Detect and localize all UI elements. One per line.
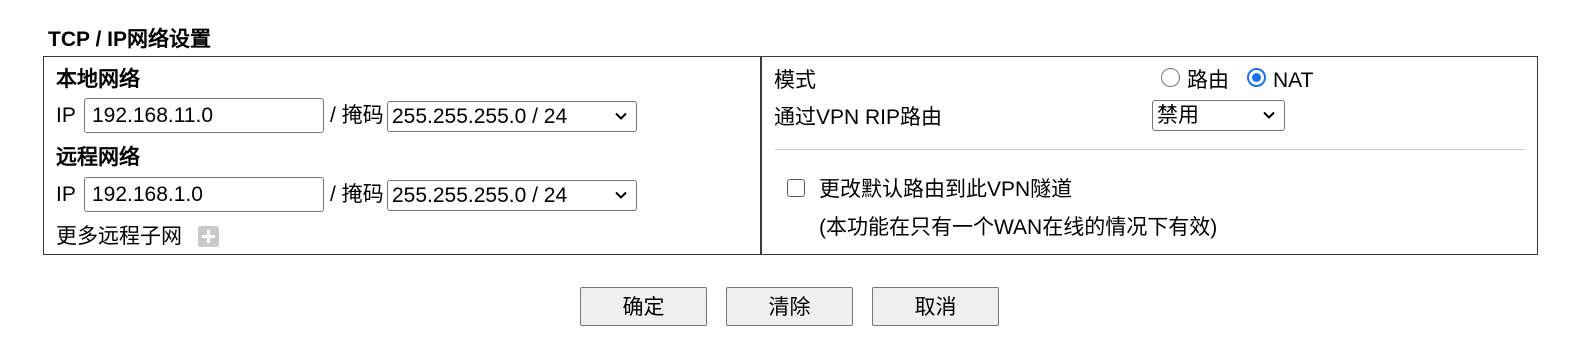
rip-label: 通过VPN RIP路由 bbox=[774, 106, 943, 129]
mode-radio-route[interactable] bbox=[1161, 68, 1180, 87]
add-subnet-plus-icon[interactable] bbox=[198, 226, 219, 247]
default-route-note: (本功能在只有一个WAN在线的情况下有效) bbox=[819, 216, 1218, 239]
mode-label: 模式 bbox=[774, 69, 816, 92]
column-divider bbox=[760, 57, 762, 254]
rip-select[interactable]: 禁用 bbox=[1152, 100, 1285, 131]
chevron-down-icon bbox=[1263, 111, 1275, 119]
cancel-button[interactable]: 取消 bbox=[872, 287, 999, 326]
remote-network-heading: 远程网络 bbox=[56, 146, 140, 169]
chevron-down-icon bbox=[615, 112, 627, 120]
tcp-ip-settings-panel: 本地网络 IP / 掩码 255.255.255.0 / 24 远程网络 IP … bbox=[43, 56, 1538, 255]
remote-mask-select[interactable]: 255.255.255.0 / 24 bbox=[387, 180, 637, 211]
rip-value: 禁用 bbox=[1157, 104, 1199, 127]
local-mask-value: 255.255.255.0 / 24 bbox=[392, 105, 568, 128]
remote-ip-input[interactable] bbox=[84, 177, 324, 212]
local-mask-select[interactable]: 255.255.255.0 / 24 bbox=[387, 101, 637, 132]
chevron-down-icon bbox=[615, 191, 627, 199]
more-remote-subnets-label: 更多远程子网 bbox=[56, 225, 182, 248]
default-route-label: 更改默认路由到此VPN隧道 bbox=[819, 178, 1073, 201]
ok-button[interactable]: 确定 bbox=[580, 287, 707, 326]
section-title: TCP / IP网络设置 bbox=[48, 28, 211, 51]
remote-ip-label: IP bbox=[56, 183, 76, 206]
section-separator bbox=[775, 149, 1525, 150]
mode-route-label: 路由 bbox=[1187, 69, 1229, 92]
local-network-heading: 本地网络 bbox=[56, 68, 140, 91]
mode-nat-label: NAT bbox=[1273, 69, 1314, 92]
local-ip-label: IP bbox=[56, 104, 76, 127]
local-mask-label: / 掩码 bbox=[330, 104, 384, 127]
default-route-checkbox[interactable] bbox=[787, 179, 805, 197]
remote-mask-label: / 掩码 bbox=[330, 183, 384, 206]
clear-button[interactable]: 清除 bbox=[726, 287, 853, 326]
remote-mask-value: 255.255.255.0 / 24 bbox=[392, 184, 568, 207]
mode-radio-nat[interactable] bbox=[1247, 68, 1266, 87]
local-ip-input[interactable] bbox=[84, 98, 324, 133]
